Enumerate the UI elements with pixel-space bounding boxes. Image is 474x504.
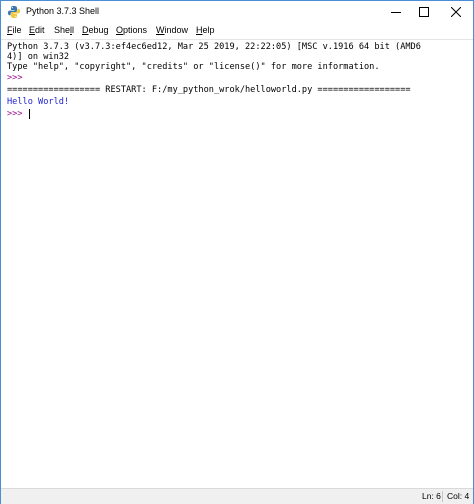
text-cursor bbox=[29, 109, 30, 119]
shell-text-area[interactable]: Python 3.7.3 (v3.7.3:ef4ec6ed12, Mar 25 … bbox=[1, 39, 473, 488]
minimize-button[interactable] bbox=[382, 1, 410, 24]
menu-window[interactable]: Window bbox=[156, 25, 188, 35]
idle-shell-window: Python 3.7.3 Shell File Edit Shell Debug… bbox=[0, 0, 474, 504]
column-number: Col: 4 bbox=[447, 491, 470, 501]
line-number: Ln: 6 bbox=[422, 491, 441, 501]
menu-options[interactable]: Options bbox=[116, 25, 147, 35]
prompt: >>> bbox=[7, 73, 28, 83]
menu-file[interactable]: File bbox=[7, 25, 22, 35]
window-title: Python 3.7.3 Shell bbox=[26, 6, 100, 16]
menu-bar: File Edit Shell Debug Options Window Hel… bbox=[1, 24, 473, 39]
prompt: >>> bbox=[7, 109, 28, 119]
banner-line: Python 3.7.3 (v3.7.3:ef4ec6ed12, Mar 25 … bbox=[7, 42, 421, 52]
title-bar[interactable]: Python 3.7.3 Shell bbox=[1, 1, 473, 24]
minimize-icon bbox=[391, 4, 401, 22]
program-output: Hello World! bbox=[7, 97, 70, 107]
python-logo-icon bbox=[7, 5, 21, 19]
menu-edit[interactable]: Edit bbox=[29, 25, 45, 35]
maximize-icon bbox=[419, 4, 429, 22]
banner-line: Type "help", "copyright", "credits" or "… bbox=[7, 62, 380, 72]
restart-line: ================== RESTART: F:/my_python… bbox=[7, 85, 411, 95]
banner-line: 4)] on win32 bbox=[7, 52, 70, 62]
status-divider bbox=[442, 491, 443, 502]
menu-shell[interactable]: Shell bbox=[54, 25, 74, 35]
status-bar: Ln: 6 Col: 4 bbox=[1, 488, 473, 504]
close-button[interactable] bbox=[438, 1, 473, 24]
maximize-button[interactable] bbox=[410, 1, 438, 24]
menu-debug[interactable]: Debug bbox=[82, 25, 109, 35]
close-icon bbox=[450, 4, 461, 22]
menu-help[interactable]: Help bbox=[196, 25, 215, 35]
